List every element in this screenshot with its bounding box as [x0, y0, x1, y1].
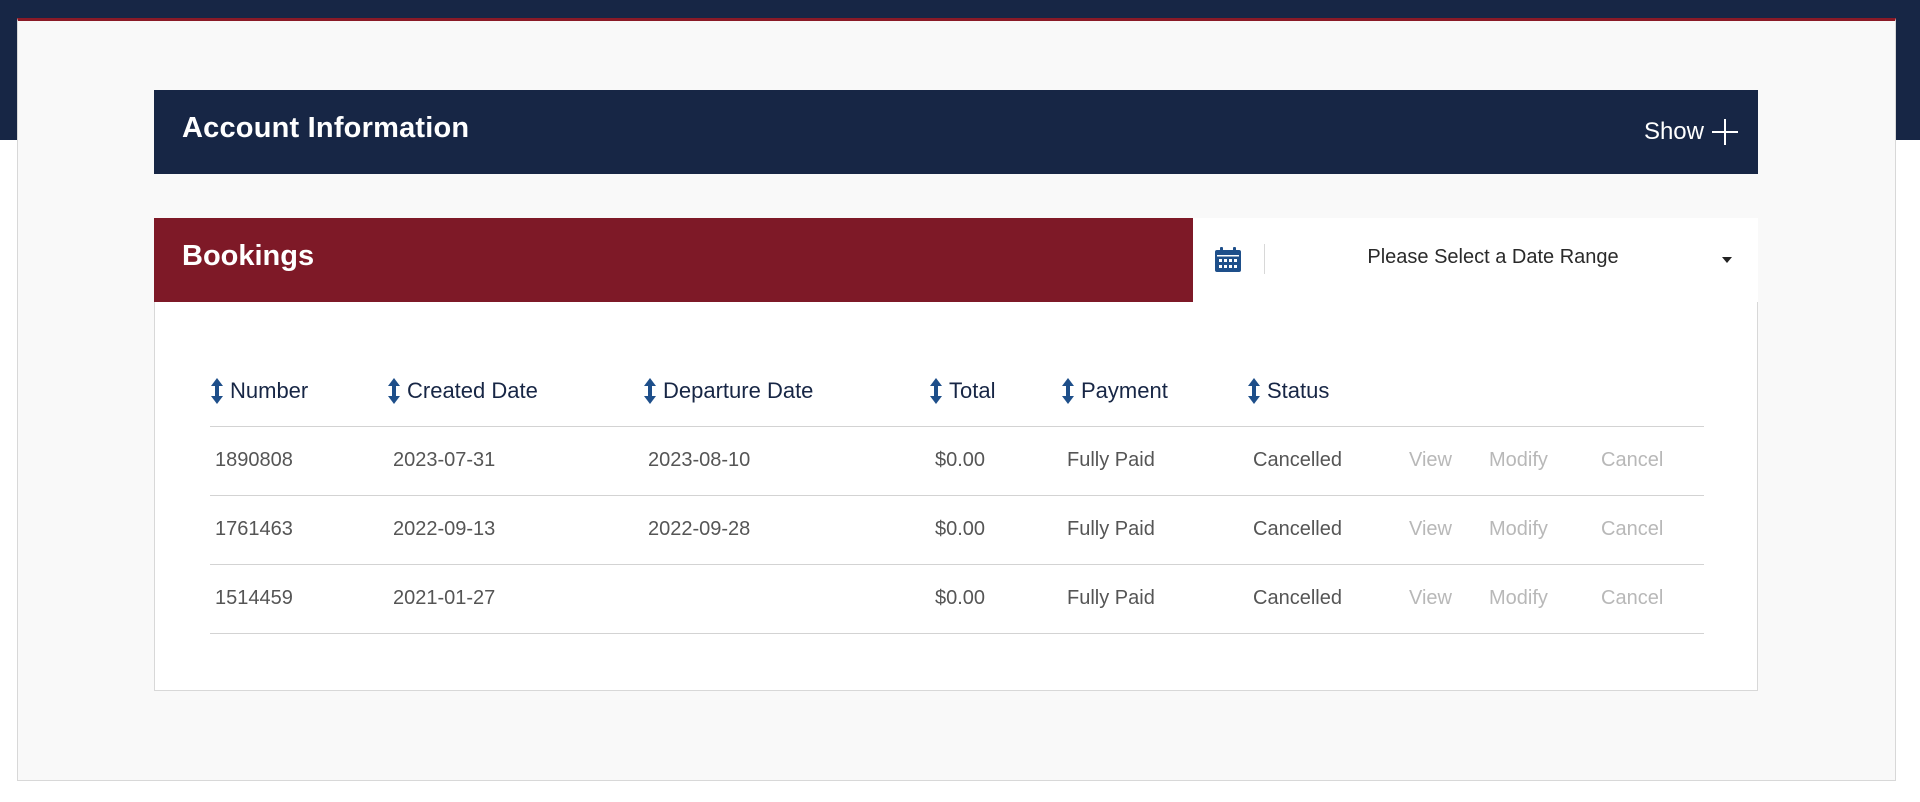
- row-divider: [210, 426, 1704, 427]
- booking-number: 1890808: [215, 449, 293, 471]
- booking-status: Cancelled: [1253, 587, 1342, 609]
- bookings-title: Bookings: [182, 240, 315, 272]
- booking-number: 1514459: [215, 587, 293, 609]
- cancel-link[interactable]: Cancel: [1601, 514, 1663, 544]
- filter-divider: [1264, 244, 1265, 274]
- booking-status: Cancelled: [1253, 518, 1342, 540]
- show-label: Show: [1643, 118, 1704, 145]
- view-link[interactable]: View: [1409, 445, 1452, 475]
- cancel-link[interactable]: Cancel: [1601, 583, 1663, 613]
- modify-link[interactable]: Modify: [1489, 514, 1548, 544]
- column-header-label: Status: [1267, 378, 1330, 403]
- booking-payment: Fully Paid: [1067, 449, 1155, 471]
- booking-created-date: 2023-07-31: [393, 449, 496, 471]
- column-header-label: Number: [230, 378, 309, 403]
- date-range-select[interactable]: Please Select a Date Range: [1193, 218, 1758, 302]
- bookings-table: Number Created Date Departure Date Total…: [154, 302, 1758, 691]
- sort-icon: [644, 378, 656, 404]
- modify-link[interactable]: Modify: [1489, 445, 1548, 475]
- plus-icon: [1712, 119, 1738, 145]
- bookings-header: Bookings: [154, 218, 1193, 302]
- booking-departure-date: 2023-08-10: [648, 449, 751, 471]
- booking-departure-date: 2022-09-28: [648, 518, 751, 540]
- booking-total: $0.00: [935, 449, 986, 471]
- booking-number: 1761463: [215, 518, 293, 540]
- booking-status: Cancelled: [1253, 449, 1342, 471]
- account-info-header: Account Information Show: [154, 90, 1758, 174]
- date-range-placeholder: Please Select a Date Range: [1367, 246, 1619, 268]
- column-header-status[interactable]: Status: [1247, 376, 1329, 406]
- sort-icon: [1248, 378, 1260, 404]
- booking-payment: Fully Paid: [1067, 518, 1155, 540]
- cancel-link[interactable]: Cancel: [1601, 445, 1663, 475]
- sort-icon: [388, 378, 400, 404]
- view-link[interactable]: View: [1409, 583, 1452, 613]
- modify-link[interactable]: Modify: [1489, 583, 1548, 613]
- booking-total: $0.00: [935, 587, 986, 609]
- column-header-label: Total: [949, 378, 996, 403]
- booking-created-date: 2021-01-27: [393, 587, 496, 609]
- sort-icon: [930, 378, 942, 404]
- account-info-title: Account Information: [182, 112, 470, 144]
- column-header-created-date[interactable]: Created Date: [387, 376, 538, 406]
- row-divider: [210, 633, 1704, 634]
- column-header-total[interactable]: Total: [929, 376, 995, 406]
- booking-total: $0.00: [935, 518, 986, 540]
- sort-icon: [1062, 378, 1074, 404]
- chevron-down-icon: [1722, 257, 1732, 263]
- column-header-number[interactable]: Number: [210, 376, 308, 406]
- column-header-payment[interactable]: Payment: [1061, 376, 1168, 406]
- column-header-departure-date[interactable]: Departure Date: [643, 376, 813, 406]
- booking-created-date: 2022-09-13: [393, 518, 496, 540]
- column-header-label: Created Date: [407, 378, 538, 403]
- row-divider: [210, 495, 1704, 496]
- column-header-label: Payment: [1081, 378, 1168, 403]
- view-link[interactable]: View: [1409, 514, 1452, 544]
- column-header-label: Departure Date: [663, 378, 814, 403]
- row-divider: [210, 564, 1704, 565]
- account-info-show-toggle[interactable]: Show: [1644, 112, 1738, 152]
- booking-payment: Fully Paid: [1067, 587, 1155, 609]
- calendar-icon: [1214, 247, 1242, 273]
- sort-icon: [211, 378, 223, 404]
